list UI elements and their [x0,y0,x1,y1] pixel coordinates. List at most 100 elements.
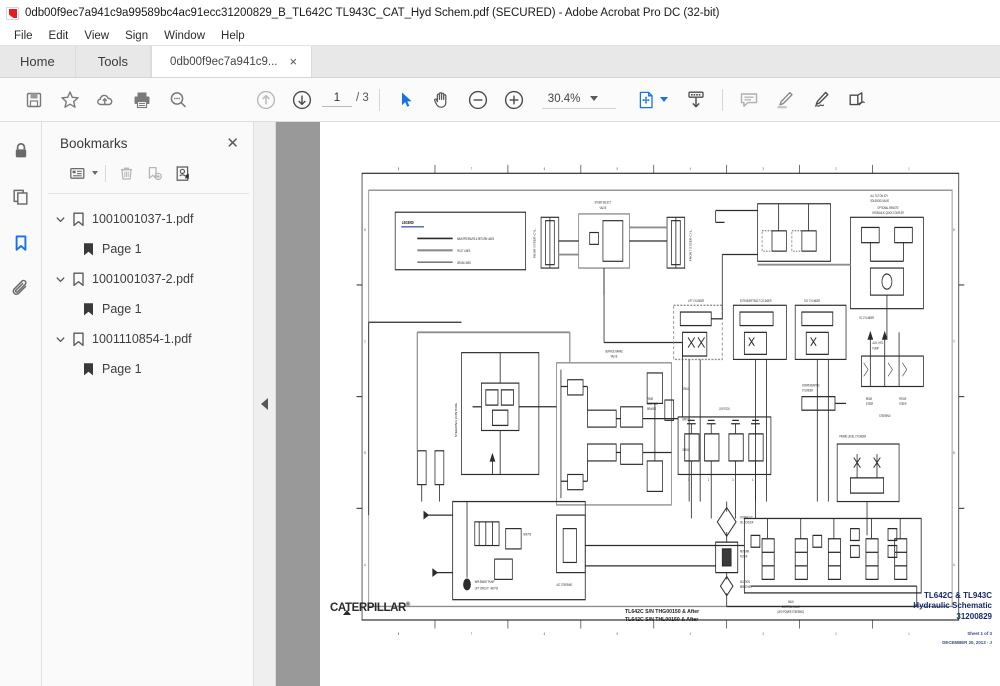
security-lock-icon[interactable] [6,136,36,166]
rear-steer-cylinder: REAR STEER CYL. [533,216,559,269]
bookmarks-icon[interactable] [6,228,36,258]
panel-splitter[interactable] [254,122,276,686]
previous-page-button[interactable] [248,84,284,116]
page-number-input[interactable] [322,92,352,107]
document-viewport[interactable]: .ln { stroke:#2c2c2c; stroke-width:0.75;… [276,122,1000,686]
main-toolbar: / 3 30.4% [0,78,1000,122]
find-button[interactable] [160,84,196,116]
bookmark-row[interactable]: Page 1 [42,234,253,264]
legend-box: LEGEND MAIN PRESSURE & RETURN LINES PILO… [394,211,526,271]
svg-text:FRAME LEVEL CYLINDER: FRAME LEVEL CYLINDER [839,434,866,439]
tab-document[interactable]: 0db00f9ec7a941c9... × [151,46,313,77]
print-button[interactable] [124,84,160,116]
tab-document-label: 0db00f9ec7a941c9... [170,55,278,68]
bookmark-options-chevron-icon[interactable] [92,171,98,175]
svg-text:FILTER: FILTER [740,554,747,559]
window-title: 0db00f9ec7a941c9a99589bc4ac91ecc31200829… [25,7,720,19]
upload-to-cloud-button[interactable] [88,84,124,116]
next-page-icon [292,90,312,109]
expand-chevron-icon[interactable] [52,334,68,345]
bookmark-row[interactable]: 1001110854-1.pdf [42,324,253,354]
bookmark-options-icon[interactable] [64,161,90,185]
bookmark-label: 1001001037-2.pdf [92,272,194,286]
acrobat-window: 0db00f9ec7a941c9a99589bc4ac91ecc31200829… [0,0,1000,686]
svg-text:ALL TILT ON JOY: ALL TILT ON JOY [870,193,888,198]
aux-hyd-pump-block: AUX. HYD. PUMP REAR STEER FRONT STEER ST… [860,330,924,418]
chevron-down-icon[interactable] [590,96,599,101]
add-to-favorites-button[interactable] [52,84,88,116]
fit-page-button[interactable] [628,84,664,116]
menu-edit[interactable]: Edit [41,28,77,44]
svg-text:500 PSI: 500 PSI [523,532,531,537]
bookmark-item-icon [68,332,88,347]
bookmark-label: Page 1 [102,302,142,316]
select-tool-button[interactable] [388,84,424,116]
delete-bookmark-icon[interactable] [113,161,139,185]
next-page-button[interactable] [284,84,320,116]
close-tab-icon[interactable]: × [289,55,297,68]
save-button[interactable] [16,84,52,116]
drawing-title: Hydraulic Schematic [913,601,992,611]
zoom-out-button[interactable] [460,84,496,116]
menu-view[interactable]: View [76,28,117,44]
select-cursor-icon [401,92,412,107]
svg-text:REAR STEER CYL.: REAR STEER CYL. [533,228,536,258]
tab-home[interactable]: Home [0,46,76,77]
legend-row-2: PILOT LINES [457,248,470,253]
draw-freehand-button[interactable] [803,84,839,116]
implement-cylinders-row: LIFT CYLINDER EXTEND/RETRACT CYLINDER TI… [672,298,847,478]
svg-text:SERVICE BRAKE: SERVICE BRAKE [605,349,623,354]
svg-text:4: 4 [752,478,754,483]
revision-note: DECEMBER 20, 2013 - J [942,639,992,645]
svg-text:FRONT STEER CYL.: FRONT STEER CYL. [689,229,692,261]
fit-page-chevron-icon[interactable] [659,97,668,102]
bookmark-row[interactable]: Page 1 [42,354,253,384]
fill-and-sign-button[interactable] [839,84,875,116]
menu-help[interactable]: Help [213,28,253,44]
bookmark-row[interactable]: Page 1 [42,294,253,324]
collapse-panel-arrow-icon[interactable] [261,398,268,410]
bookmarks-panel: Bookmarks ✕ 1001001037-1.pdf Page 1 1001… [42,122,254,686]
print-icon [134,92,150,108]
svg-text:8: 8 [397,166,399,171]
bookmark-row[interactable]: 1001001037-1.pdf [42,204,253,234]
zoom-in-button[interactable] [496,84,532,116]
bookmarks-toolbar-divider [105,164,106,182]
page-display-mode-button[interactable] [678,84,714,116]
svg-text:A: A [953,562,955,567]
menu-sign[interactable]: Sign [117,28,156,44]
svg-text:3: 3 [762,166,764,171]
svg-text:STEER: STEER [866,402,873,407]
menu-file[interactable]: File [6,28,41,44]
grid-ticks-top: 8 7 6 5 4 3 2 1 [397,164,910,174]
page-thumbnails-icon[interactable] [6,182,36,212]
tab-tools[interactable]: Tools [75,46,152,77]
svg-text:2: 2 [708,478,710,483]
schematic-svg: .ln { stroke:#2c2c2c; stroke-width:0.75;… [356,164,964,636]
svg-text:D: D [364,227,366,232]
expand-chevron-icon[interactable] [52,274,68,285]
svg-text:MAIN: MAIN [788,600,793,605]
draw-freehand-icon [814,91,829,107]
expand-chevron-icon[interactable] [52,214,68,225]
legend-row-3: DRAIN LINES [457,260,471,265]
zoom-level-selector[interactable]: 30.4% [541,91,616,109]
page-navigation-field[interactable]: / 3 [322,92,369,107]
add-comment-button[interactable] [731,84,767,116]
new-bookmark-icon[interactable] [141,161,167,185]
svg-text:1: 1 [908,166,910,171]
implement-pump-group: 500 PSI 400 PSI IMPLEMENT PUMP LIFT CIRC… [423,500,586,601]
highlight-current-bookmark-icon[interactable] [169,161,195,185]
svg-text:4: 4 [689,166,691,171]
highlight-text-button[interactable] [767,84,803,116]
hand-tool-button[interactable] [424,84,460,116]
hand-tool-icon [433,91,447,108]
attachments-icon[interactable] [6,274,36,304]
close-bookmarks-panel-icon[interactable]: ✕ [226,136,239,151]
registered-mark: ® [405,602,410,609]
svg-text:7: 7 [470,166,472,171]
menu-window[interactable]: Window [156,28,213,44]
bookmark-row[interactable]: 1001001037-2.pdf [42,264,253,294]
pdf-page[interactable]: .ln { stroke:#2c2c2c; stroke-width:0.75;… [320,122,1000,686]
find-icon [170,91,186,107]
